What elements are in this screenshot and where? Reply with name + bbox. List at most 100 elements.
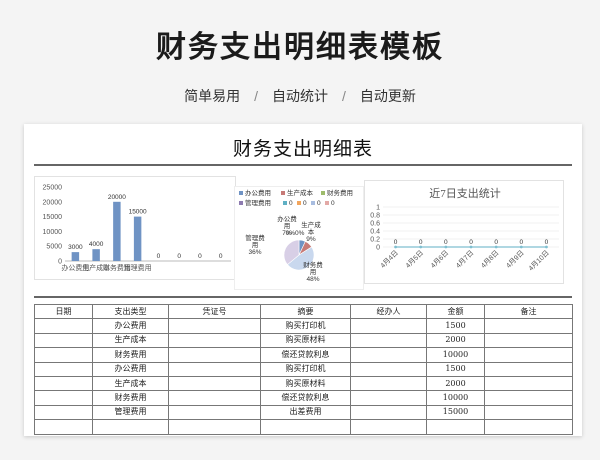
column-header: 日期 — [34, 303, 93, 320]
table-cell[interactable]: 购买原材料 — [260, 332, 351, 349]
table-cell[interactable] — [34, 375, 93, 392]
pie-legend-swatch — [281, 191, 285, 195]
table-cell[interactable] — [168, 419, 261, 435]
table-cell[interactable]: 10000 — [426, 347, 485, 363]
table-cell[interactable]: 生产成本 — [92, 375, 169, 392]
table-cell[interactable] — [34, 404, 93, 421]
table-cell[interactable] — [484, 390, 573, 406]
table-cell[interactable] — [350, 347, 427, 363]
pie-legend-label: 管理费用 — [245, 198, 271, 207]
bar-2 — [113, 201, 121, 261]
table-cell[interactable]: 1500 — [426, 318, 485, 334]
table-cell[interactable]: 偿还贷款利息 — [260, 390, 351, 406]
bar-ytick-label: 15000 — [43, 214, 63, 221]
table-cell[interactable] — [484, 361, 573, 377]
expense-table: 日期 支出类型 凭证号 摘要 经办人 金额 备注 办公费用 购买打印机 1500 生产成本 购买原材… — [34, 303, 573, 435]
pie-legend-label: 办公费用 — [245, 188, 271, 197]
table-header-row: 日期 支出类型 凭证号 摘要 经办人 金额 备注 — [34, 303, 573, 320]
table-row: 办公费用 购买打印机 1500 — [34, 318, 573, 334]
table-cell[interactable] — [168, 375, 261, 392]
pie-zero-labels: 0%0% — [286, 230, 305, 237]
table-cell[interactable] — [484, 332, 573, 349]
expense-pie-chart[interactable]: 办公费用 生产成本 财务费用 管理费用 0 0 0 0 办公费用 7% 生产成本 9% 财务费用 48% 管… — [234, 186, 364, 290]
table-cell[interactable]: 生产成本 — [92, 332, 169, 349]
tag-auto-update: 自动更新 — [359, 88, 416, 104]
table-cell[interactable] — [350, 375, 427, 392]
table-cell[interactable]: 2000 — [426, 332, 485, 349]
sheet-title: 财务支出明细表 — [232, 138, 373, 160]
table-cell[interactable] — [34, 361, 93, 377]
table-cell[interactable]: 管理费用 — [92, 404, 169, 421]
table-cell[interactable] — [92, 419, 169, 435]
table-cell[interactable] — [350, 390, 427, 406]
table-cell[interactable] — [426, 419, 485, 435]
table-cell[interactable] — [350, 318, 427, 334]
table-cell[interactable] — [34, 390, 93, 406]
table-row: 财务费用 偿还贷款利息 10000 — [34, 390, 573, 406]
column-header: 凭证号 — [168, 303, 261, 320]
bar-0 — [71, 252, 80, 261]
line-ytick-label: 0.4 — [370, 229, 380, 236]
table-cell[interactable]: 办公费用 — [92, 361, 169, 377]
table-cell[interactable] — [484, 404, 573, 421]
table-cell[interactable] — [350, 332, 427, 349]
pie-legend-swatch — [321, 191, 325, 195]
table-cell[interactable]: 财务费用 — [92, 390, 169, 406]
table-cell[interactable] — [350, 419, 427, 435]
line-data-label: 0 — [394, 239, 398, 246]
tag-auto-stats: 自动统计 — [272, 88, 328, 104]
pie-legend-label: 0 — [289, 200, 293, 207]
line-chart-svg: 近7日支出统计00.20.40.60.8104月4日04月5日04月6日04月7… — [370, 186, 559, 273]
table-cell[interactable] — [350, 404, 427, 421]
seven-day-line-chart[interactable]: 近7日支出统计 0 0.2 0.4 0.6 0.8 1 0 4月4日 0 4月5日 0 4月6日 0 4月7… — [364, 180, 564, 284]
table-cell[interactable] — [34, 419, 93, 435]
table-cell[interactable]: 1500 — [426, 361, 485, 377]
bar-3 — [133, 216, 142, 261]
pie-legend-label: 财务费用 — [327, 188, 353, 197]
pie-legend-label: 0 — [317, 200, 321, 207]
table-cell[interactable] — [34, 347, 93, 363]
table-cell[interactable]: 2000 — [426, 375, 485, 392]
line-category-label: 4月6日 — [429, 249, 450, 270]
table-cell[interactable] — [168, 404, 261, 421]
table-cell[interactable]: 购买打印机 — [260, 318, 351, 334]
table-cell[interactable]: 购买打印机 — [260, 361, 351, 377]
line-data-label: 0 — [494, 239, 498, 246]
table-cell[interactable]: 10000 — [426, 390, 485, 406]
line-point-0 — [394, 245, 397, 249]
expense-bar-chart[interactable]: 0 5000 10000 15000 20000 25000 3000 办公费用 4000 生产成… — [34, 176, 236, 280]
table-cell[interactable] — [260, 419, 351, 435]
table-cell[interactable] — [168, 318, 261, 334]
table-cell[interactable]: 偿还贷款利息 — [260, 347, 351, 363]
table-cell[interactable] — [34, 332, 93, 349]
pie-slice-label: 用 — [284, 222, 291, 230]
bar-1 — [92, 249, 100, 261]
table-cell[interactable] — [350, 361, 427, 377]
line-data-label: 0 — [419, 239, 423, 246]
pie-slice-label: 本 — [308, 227, 315, 236]
table-row: 办公费用 购买打印机 1500 — [34, 361, 573, 377]
table-cell[interactable] — [168, 361, 261, 377]
table-cell[interactable] — [484, 318, 573, 334]
table-cell[interactable] — [484, 347, 573, 363]
bar-data-label: 0 — [198, 253, 202, 260]
table-cell[interactable]: 购买原材料 — [260, 375, 351, 392]
line-ytick-label: 0.6 — [370, 221, 380, 228]
table-cell[interactable] — [34, 318, 93, 334]
table-cell[interactable] — [168, 347, 261, 363]
table-cell[interactable] — [484, 375, 573, 392]
table-cell[interactable] — [168, 390, 261, 406]
pie-legend-label: 生产成本 — [287, 188, 314, 197]
table-cell[interactable]: 办公费用 — [92, 318, 169, 334]
table-cell[interactable]: 15000 — [426, 404, 485, 421]
table-cell[interactable] — [484, 419, 573, 435]
column-header: 支出类型 — [92, 303, 169, 320]
table-cell[interactable]: 财务费用 — [92, 347, 169, 363]
chart-divider — [34, 296, 572, 298]
column-header: 经办人 — [350, 303, 427, 320]
bar-data-label: 0 — [219, 253, 223, 260]
table-cell[interactable]: 出差费用 — [260, 404, 351, 421]
bar-category-label: 管理费用 — [124, 263, 152, 272]
line-data-label: 0 — [444, 239, 448, 246]
table-cell[interactable] — [168, 332, 261, 349]
